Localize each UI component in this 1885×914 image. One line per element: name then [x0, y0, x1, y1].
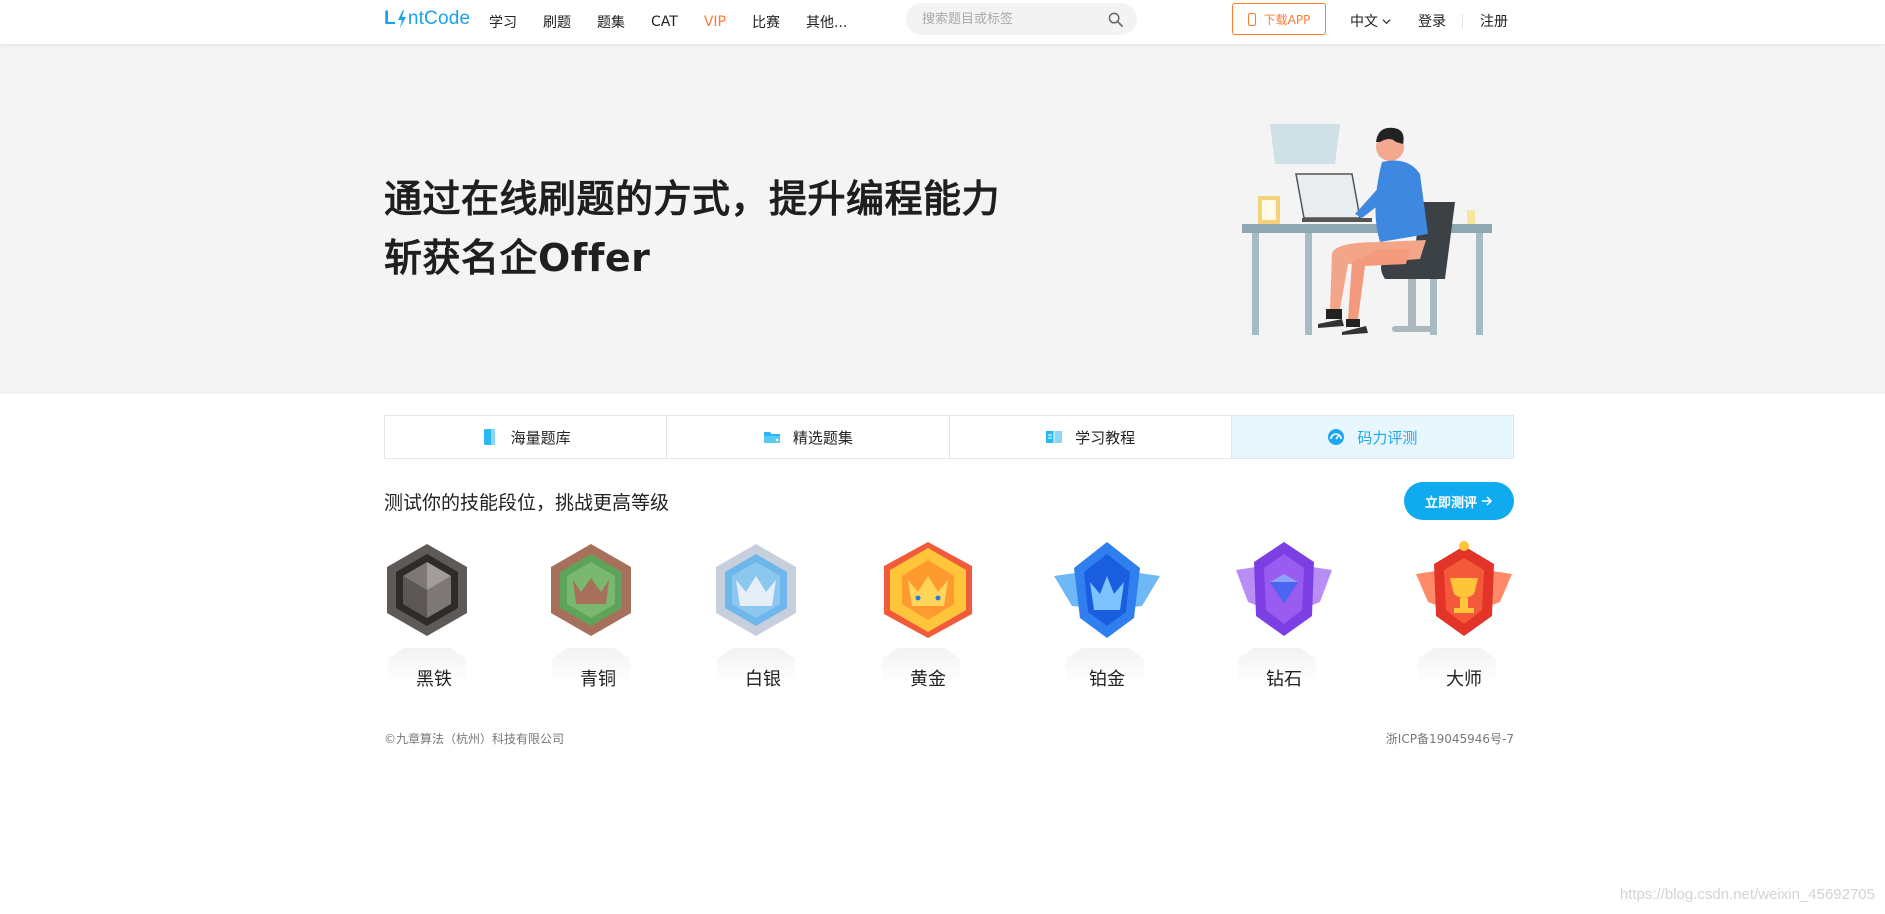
book-icon: [483, 429, 495, 445]
lintcode-logo[interactable]: L ntCode: [384, 8, 470, 30]
rank-badge-diamond[interactable]: 钻石: [1234, 540, 1334, 690]
register-link[interactable]: 注册: [1480, 11, 1508, 31]
hero-subheadline: 斩获名企Offer: [384, 236, 651, 280]
language-label: 中文: [1350, 14, 1378, 30]
feature-tabs: 海量题库 精选题集 学习教程 码力评测: [384, 415, 1514, 459]
search-icon[interactable]: [1108, 12, 1123, 27]
rank-badge-iron[interactable]: 黑铁: [384, 540, 484, 690]
logo-letter: L: [384, 8, 396, 29]
badge-label: 钻石: [1266, 669, 1302, 690]
top-navbar: L ntCode 学习 刷题 题集 CAT VIP 比赛 其他... 下载APP…: [0, 0, 1885, 44]
nav-cat[interactable]: CAT: [651, 14, 678, 30]
login-link[interactable]: 登录: [1418, 11, 1446, 31]
nav-vip[interactable]: VIP: [704, 14, 726, 30]
start-test-label: 立即测评: [1424, 495, 1477, 511]
search-box: [906, 3, 1137, 35]
rank-badge-silver[interactable]: 白银: [713, 540, 813, 690]
start-test-button[interactable]: 立即测评: [1404, 482, 1514, 520]
rank-badges: 黑铁 青铜 白银 黄金 铂金 钻石 大师: [384, 540, 1514, 690]
tab-curated-sets[interactable]: 精选题集: [667, 416, 950, 458]
rank-badge-gold[interactable]: 黄金: [878, 540, 978, 690]
rank-badge-bronze[interactable]: 青铜: [548, 540, 648, 690]
watermark: https://blog.csdn.net/weixin_45692705: [1619, 886, 1875, 903]
iron-badge-icon: [387, 544, 467, 636]
tab-label: 学习教程: [1075, 428, 1136, 447]
tab-problem-bank[interactable]: 海量题库: [385, 416, 668, 458]
language-selector[interactable]: 中文: [1350, 11, 1391, 31]
badge-label: 白银: [745, 669, 781, 690]
programmer-illustration: [1242, 124, 1492, 335]
footer-icp[interactable]: 浙ICP备19045946号-7: [1386, 730, 1514, 747]
diamond-badge-icon: [1236, 542, 1332, 636]
folder-icon: [763, 432, 780, 443]
arrow-right-icon: [1482, 496, 1493, 506]
master-badge-icon: [1416, 541, 1512, 636]
search-input[interactable]: [922, 3, 1102, 35]
logo-text: ntCode: [407, 8, 471, 29]
chevron-down-icon: [1382, 18, 1391, 24]
rank-badge-platinum[interactable]: 铂金: [1052, 540, 1162, 690]
nav-more[interactable]: 其他...: [806, 12, 847, 32]
nav-contest[interactable]: 比赛: [752, 12, 780, 32]
navbar-inner: L ntCode 学习 刷题 题集 CAT VIP 比赛 其他... 下载APP…: [384, 0, 1514, 44]
open-book-icon: [1046, 431, 1063, 443]
download-app-button[interactable]: 下载APP: [1232, 3, 1326, 35]
gold-badge-icon: [884, 542, 972, 638]
tab-label: 精选题集: [792, 428, 853, 447]
bronze-badge-icon: [551, 544, 631, 636]
rank-badge-master[interactable]: 大师: [1414, 540, 1514, 690]
badge-label: 黄金: [910, 669, 946, 690]
bolt-icon: [397, 10, 406, 28]
main-nav: 学习 刷题 题集 CAT VIP 比赛 其他...: [489, 0, 873, 44]
nav-practice[interactable]: 刷题: [543, 12, 571, 32]
badge-label: 大师: [1446, 669, 1482, 690]
silver-badge-icon: [716, 544, 796, 636]
badge-label: 铂金: [1089, 669, 1125, 690]
tab-skill-assessment[interactable]: 码力评测: [1231, 416, 1513, 458]
download-app-label: 下载APP: [1263, 12, 1311, 27]
assessment-title: 测试你的技能段位，挑战更高等级: [384, 492, 670, 514]
tab-label: 海量题库: [510, 428, 571, 447]
badge-label: 青铜: [580, 669, 616, 690]
nav-problem-sets[interactable]: 题集: [597, 12, 625, 32]
badge-label: 黑铁: [416, 669, 452, 690]
footer-copyright: ©九章算法（杭州）科技有限公司: [384, 732, 565, 746]
platinum-badge-icon: [1054, 542, 1160, 638]
tab-tutorials[interactable]: 学习教程: [949, 416, 1232, 458]
phone-icon: [1247, 12, 1256, 26]
nav-learn[interactable]: 学习: [489, 12, 517, 32]
hero-banner: 通过在线刷题的方式，提升编程能力 斩获名企Offer: [0, 44, 1885, 394]
tab-label: 码力评测: [1357, 428, 1418, 447]
hero-headline: 通过在线刷题的方式，提升编程能力: [384, 177, 1001, 221]
divider: [1462, 14, 1463, 28]
gauge-icon: [1328, 429, 1345, 445]
